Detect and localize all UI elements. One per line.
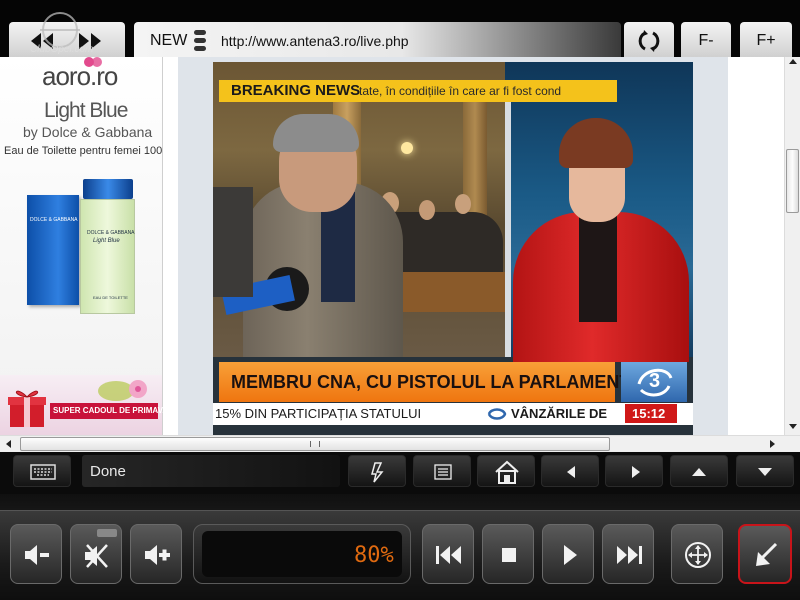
breaking-news-bar: BREAKING NEWS tate, în condițiile în car… (219, 80, 617, 102)
mute-icon (85, 544, 108, 568)
url-field[interactable]: http://www.antena3.ro/live.php (221, 33, 409, 49)
bottle-name-text: Light Blue (93, 238, 120, 244)
perfume-bottle-image: DOLCE & GABBANA Light Blue EAU DE TOILET… (80, 179, 135, 314)
volume-display: 80% (193, 524, 411, 584)
bottle-brand-text: DOLCE & GABBANA (87, 230, 135, 236)
perfume-box-image: DOLCE & GABBANA (27, 195, 79, 305)
breaking-news-label: BREAKING NEWS (231, 82, 361, 99)
minimize-arrow-icon (756, 542, 778, 566)
channel-number: 3 (649, 370, 661, 392)
keyboard-button[interactable] (13, 455, 71, 487)
clock-text: 15:12 (632, 406, 666, 421)
ad-tagline: Eau de Toilette pentru femei 100 (4, 145, 163, 157)
keyboard-icon (30, 464, 56, 480)
minimize-button[interactable] (738, 524, 792, 584)
volume-up-button[interactable] (130, 524, 182, 584)
left-arrow-icon (567, 466, 575, 478)
move-icon (685, 542, 711, 568)
bottle-small-text: EAU DE TOILETTE (93, 295, 128, 300)
watermark-logo: ClubOpel.com (28, 8, 108, 58)
menu-handle-icon[interactable] (194, 28, 206, 54)
horizontal-scroll-thumb[interactable] (20, 437, 610, 451)
headline-bar: MEMBRU CNA, CU PISTOLUL LA PARLAMENT (219, 362, 630, 402)
ad-brand-logo: aoro.ro (42, 61, 118, 91)
play-button[interactable] (542, 524, 594, 584)
prev-page-button[interactable] (541, 455, 599, 487)
status-bar: Done (0, 452, 800, 494)
web-viewport: aoro.ro Light Blue by Dolce & Gabbana Ea… (0, 57, 800, 437)
home-icon (495, 460, 519, 484)
volume-percent: 80% (354, 543, 394, 568)
volume-up-icon (145, 545, 170, 565)
skip-back-icon (436, 546, 461, 564)
next-page-button[interactable] (605, 455, 663, 487)
stop-button[interactable] (482, 524, 534, 584)
vertical-scroll-thumb[interactable] (786, 149, 799, 213)
watermark-text: ClubOpel.com (30, 44, 94, 55)
font-increase-label: F+ (756, 32, 776, 49)
font-decrease-button[interactable]: F- (681, 22, 731, 58)
flower-decor-icon (98, 380, 147, 401)
box-brand-text: DOLCE & GABBANA (30, 217, 78, 223)
news-ticker: 15% DIN PARTICIPAȚIA STATULUI VÂNZĂRILE … (213, 403, 693, 425)
ticker-text-left: 15% DIN PARTICIPAȚIA STATULUI (215, 406, 422, 421)
vertical-scrollbar[interactable] (784, 57, 800, 435)
live-video-player[interactable]: BREAKING NEWS tate, în condițiile în car… (213, 62, 693, 435)
home-button[interactable] (477, 455, 535, 487)
previous-track-button[interactable] (422, 524, 474, 584)
ad-panel[interactable]: aoro.ro Light Blue by Dolce & Gabbana Ea… (0, 57, 180, 435)
ad-product-title: Light Blue (44, 99, 128, 122)
play-icon (564, 545, 577, 565)
volume-down-button[interactable] (10, 524, 62, 584)
address-bar: NEW http://www.antena3.ro/live.php (134, 22, 621, 58)
link-icon (371, 462, 384, 483)
scroll-down-button[interactable] (736, 455, 794, 487)
headline-text: MEMBRU CNA, CU PISTOLUL LA PARLAMENT (231, 372, 631, 392)
ad-designer: by Dolce & Gabbana (23, 124, 153, 140)
channel-logo: 3 (621, 362, 687, 402)
new-tab-button[interactable]: NEW (150, 32, 187, 50)
ad-brand-flower-icon (84, 57, 102, 67)
top-toolbar: ClubOpel.com NEW http://www.antena3.ro/l… (0, 0, 800, 58)
up-arrow-icon (692, 468, 706, 476)
volume-down-icon (25, 545, 49, 565)
ticker-text-right: VÂNZĂRILE DE (511, 406, 608, 421)
font-decrease-label: F- (698, 32, 714, 49)
status-text: Done (90, 463, 126, 480)
horizontal-scrollbar[interactable] (0, 435, 800, 453)
promo-label-box: SUPER CADOUL DE PRIMAVARA (50, 403, 180, 419)
reload-icon (638, 30, 660, 52)
link-button[interactable] (348, 455, 406, 487)
stop-icon (502, 548, 516, 562)
clock-badge: 15:12 (625, 404, 677, 423)
scroll-up-button[interactable] (670, 455, 728, 487)
page-list-button[interactable] (413, 455, 471, 487)
breaking-news-ticker: tate, în condițiile în care ar fi fost c… (359, 84, 562, 98)
next-track-button[interactable] (602, 524, 654, 584)
video-scene-right (505, 62, 693, 362)
gift-icon (8, 390, 46, 427)
media-control-bar: 80% (0, 494, 800, 600)
skip-forward-icon (617, 546, 642, 564)
move-button[interactable] (671, 524, 723, 584)
down-arrow-icon (758, 468, 772, 476)
status-text-box: Done (82, 455, 340, 487)
font-increase-button[interactable]: F+ (740, 22, 792, 58)
scroll-left-arrow-icon[interactable] (6, 440, 11, 448)
promo-banner[interactable]: SUPER CADOUL DE PRIMAVARA (0, 375, 180, 435)
reload-button[interactable] (624, 22, 674, 58)
video-scene-left (213, 62, 505, 357)
scroll-down-arrow-icon[interactable] (789, 424, 797, 429)
scroll-grip-icon (310, 441, 320, 447)
list-icon (434, 464, 452, 480)
mute-button[interactable] (70, 524, 122, 584)
scroll-up-arrow-icon[interactable] (789, 59, 797, 64)
scroll-right-arrow-icon[interactable] (770, 440, 775, 448)
promo-label: SUPER CADOUL DE PRIMAVARA (53, 406, 180, 415)
right-arrow-icon (632, 466, 640, 478)
ticker-separator-icon (487, 408, 507, 420)
